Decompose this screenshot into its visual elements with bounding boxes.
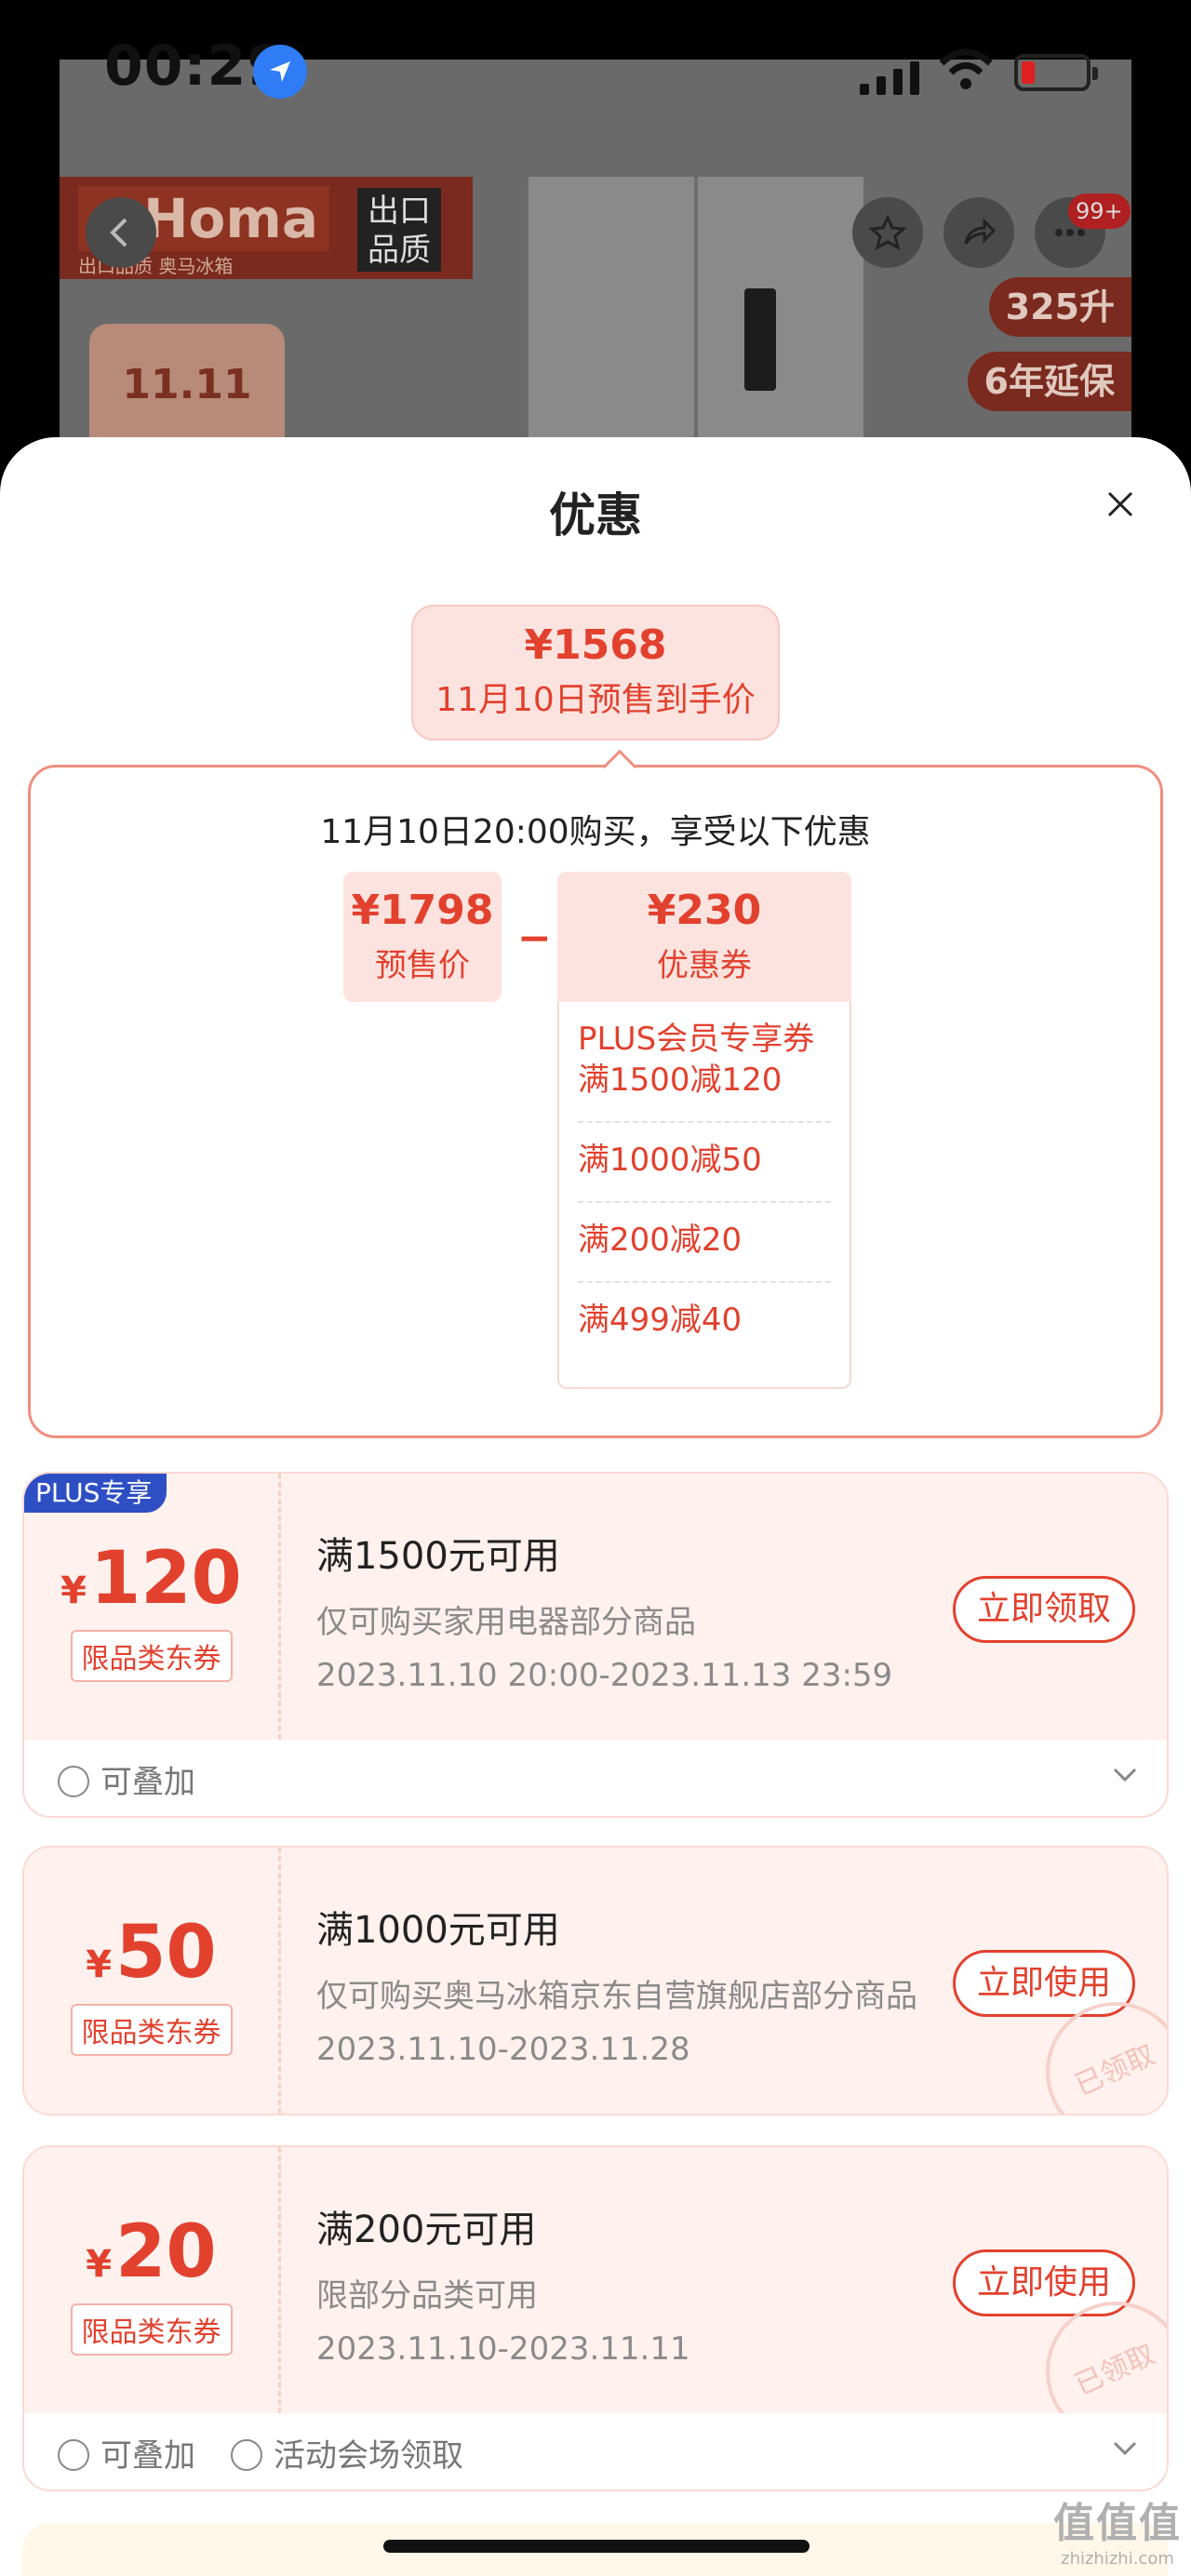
final-price-label: 11月10日预售到手价 [435, 681, 756, 719]
location-icon [253, 45, 307, 99]
coupon-condition: 满1500元可用 [316, 1535, 560, 1578]
coupon-total-box: ¥230 优惠券 [557, 872, 851, 1002]
plus-member-badge: PLUS专享 [24, 1474, 167, 1513]
coupon-description: 限部分品类可用 [316, 2277, 538, 2315]
coupon-value: ¥50 限品类东券 [24, 1848, 281, 2114]
coupon-description: 仅可购买奥马冰箱京东自营旗舰店部分商品 [316, 1978, 917, 2015]
coupon-total-label: 优惠券 [657, 947, 752, 984]
applied-coupon-row: 满499减40 [578, 1301, 743, 1339]
coupon-condition: 满200元可用 [316, 2209, 537, 2251]
coupon-footer[interactable]: 可叠加 活动会场领取 [24, 2413, 1167, 2489]
coupon-value: ¥120 限品类东券 [24, 1474, 281, 1740]
coupon-value: ¥20 限品类东券 [24, 2147, 281, 2413]
presale-label: 预售价 [375, 947, 470, 984]
double-eleven-badge: 11.11 [89, 324, 285, 450]
presale-amount: ¥1798 [351, 887, 494, 934]
signal-icon [860, 61, 919, 95]
coupon-amount: 20 [115, 2210, 217, 2294]
status-bar: 00:29 [0, 0, 1191, 149]
stack-icon [58, 2439, 89, 2471]
product-image [529, 177, 863, 450]
final-price-amount: ¥1568 [524, 621, 667, 669]
minus-sign: − [517, 914, 552, 962]
final-price-box: ¥1568 11月10日预售到手价 [411, 605, 780, 741]
coupon-validity: 2023.11.10-2023.11.11 [316, 2330, 690, 2368]
presale-price-box: ¥1798 预售价 [343, 872, 502, 1002]
stackable-tag: 可叠加 [58, 1756, 195, 1802]
coupon-condition: 满1000元可用 [316, 1909, 560, 1952]
chevron-left-icon [110, 218, 127, 247]
coupon-type: 限品类东券 [70, 2303, 233, 2356]
coupon-amount: 50 [115, 1911, 217, 1995]
coupon-card: ¥50 限品类东券 满1000元可用 仅可购买奥马冰箱京东自营旗舰店部分商品 2… [22, 1846, 1169, 2116]
home-indicator[interactable] [383, 2540, 810, 2553]
ticket-icon [231, 2439, 262, 2471]
stack-icon [58, 1766, 89, 1797]
sheet-title: 优惠 [549, 488, 642, 542]
coupon-footer[interactable]: 可叠加 [24, 1740, 1167, 1816]
star-icon [869, 214, 906, 250]
coupon-validity: 2023.11.10-2023.11.28 [316, 2031, 690, 2068]
applied-coupon-row: 满200减20 [578, 1203, 831, 1283]
coupon-amount: 120 [90, 1537, 242, 1621]
stackable-tag: 可叠加 [58, 2430, 195, 2476]
export-quality-tag: 出口品质 [357, 188, 441, 272]
chevron-down-icon[interactable] [1111, 2439, 1139, 2458]
share-icon [964, 218, 997, 245]
coupon-card: ¥20 限品类东券 满200元可用 限部分品类可用 2023.11.10-202… [22, 2145, 1169, 2491]
back-button[interactable] [86, 197, 156, 268]
coupon-validity: 2023.11.10 20:00-2023.11.13 23:59 [316, 1657, 893, 1694]
coupon-type: 限品类东券 [70, 1630, 233, 1682]
calculation-title: 11月10日20:00购买，享受以下优惠 [320, 813, 871, 851]
venue-claim-tag: 活动会场领取 [231, 2430, 463, 2476]
watermark: 值值值 zhizhizhi.com [1053, 2500, 1182, 2569]
wifi-icon [939, 48, 993, 89]
discount-sheet: 优惠 ¥1568 11月10日预售到手价 11月10日20:00购买，享受以下优… [0, 437, 1191, 2576]
coupon-total-amount: ¥230 [647, 887, 762, 934]
price-calculation-box: 11月10日20:00购买，享受以下优惠 ¥1798 预售价 − ¥230 优惠… [28, 749, 1163, 1438]
coupon-card: ¥120 限品类东券 满1500元可用 仅可购买家用电器部分商品 2023.11… [22, 1472, 1169, 1818]
applied-coupon-row: 满1000减50 [578, 1123, 831, 1203]
coupon-type: 限品类东券 [70, 2004, 233, 2056]
applied-coupon-list: PLUS会员专享券 满1500减120 满1000减50 满200减20 满49… [557, 1002, 851, 1389]
chevron-down-icon[interactable] [1111, 1766, 1139, 1784]
close-icon[interactable] [1102, 486, 1139, 523]
claim-coupon-button[interactable]: 立即领取 [953, 1576, 1135, 1643]
warranty-tag: 6年延保 [967, 352, 1131, 411]
capacity-tag: 325升 [988, 277, 1131, 337]
applied-coupon-row: PLUS会员专享券 满1500减120 [578, 1002, 831, 1123]
message-count-badge: 99+ [1068, 194, 1131, 229]
coupon-description: 仅可购买家用电器部分商品 [316, 1604, 696, 1641]
favorite-button[interactable] [852, 197, 923, 268]
share-button[interactable] [943, 197, 1014, 268]
battery-icon [1014, 54, 1098, 91]
